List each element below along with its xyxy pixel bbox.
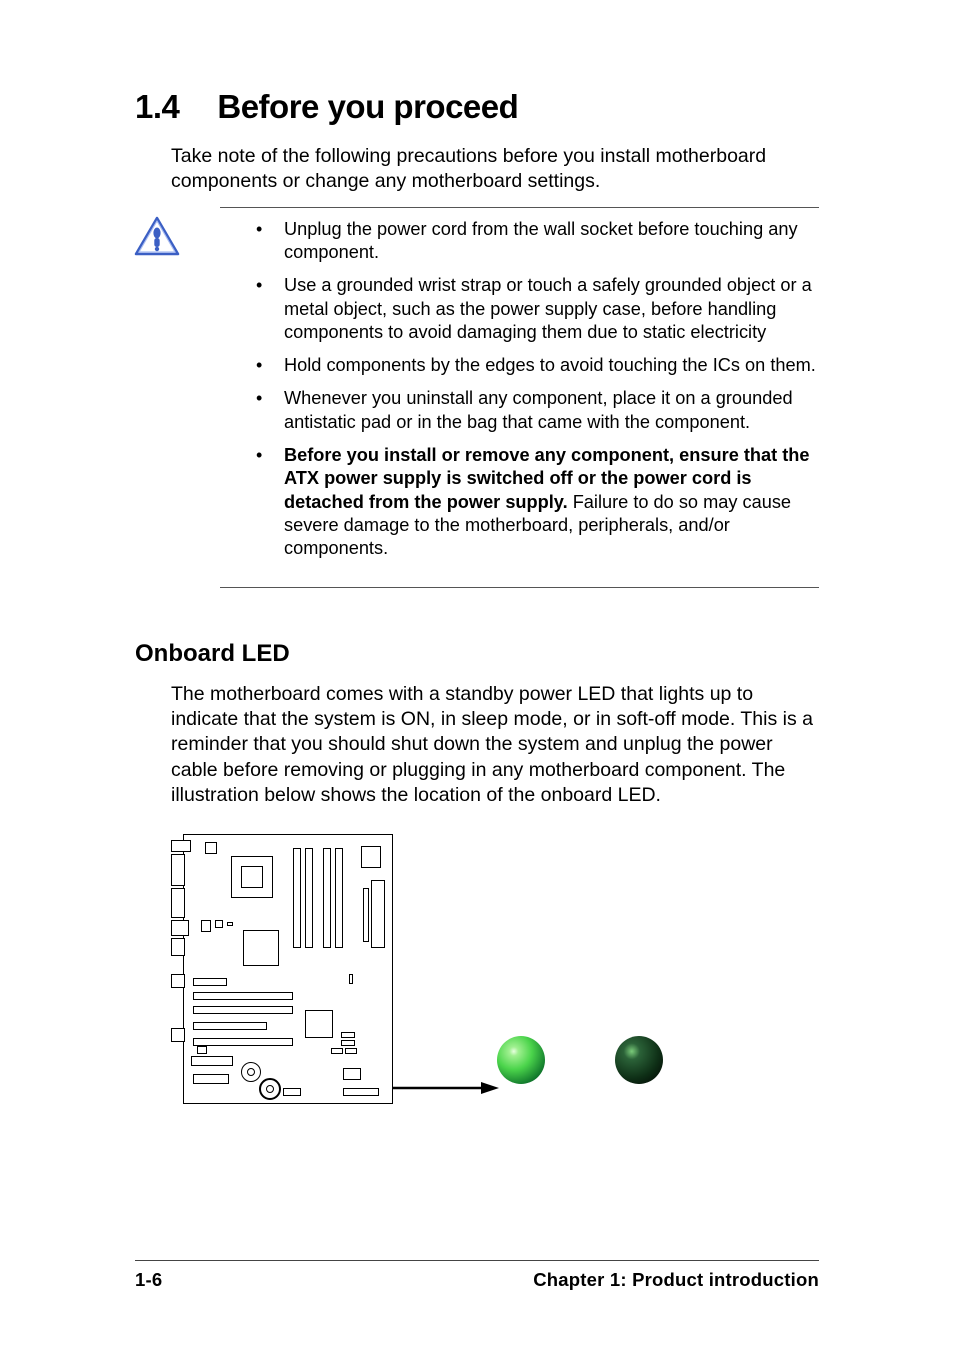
section-heading: 1.4 Before you proceed [135, 88, 819, 126]
page-number: 1-6 [135, 1269, 162, 1291]
bullet-item: Hold components by the edges to avoid to… [256, 354, 819, 377]
motherboard-diagram-icon [171, 834, 395, 1108]
caution-box: Unplug the power cord from the wall sock… [220, 207, 819, 588]
section-title: Before you proceed [217, 88, 518, 126]
led-off-icon [615, 1036, 663, 1084]
bullet-text: Use a grounded wrist strap or touch a sa… [284, 275, 812, 342]
bullet-item: Before you install or remove any compone… [256, 444, 819, 560]
intro-paragraph: Take note of the following precautions b… [171, 144, 819, 195]
bullet-text: Hold components by the edges to avoid to… [284, 355, 816, 375]
caution-icon [134, 216, 180, 256]
led-on-icon [497, 1036, 545, 1084]
page-footer: 1-6 Chapter 1: Product introduction [135, 1260, 819, 1291]
onboard-led-heading: Onboard LED [135, 640, 819, 668]
bullet-item: Whenever you uninstall any component, pl… [256, 387, 819, 434]
bullet-text: Whenever you uninstall any component, pl… [284, 388, 793, 431]
bullet-item: Use a grounded wrist strap or touch a sa… [256, 274, 819, 344]
bullet-text: Unplug the power cord from the wall sock… [284, 219, 798, 262]
precautions-list: Unplug the power cord from the wall sock… [220, 218, 819, 561]
onboard-led-paragraph: The motherboard comes with a standby pow… [171, 682, 819, 809]
onboard-led-figure [171, 834, 819, 1108]
chapter-title: Chapter 1: Product introduction [533, 1269, 819, 1291]
section-number: 1.4 [135, 88, 179, 126]
bullet-item: Unplug the power cord from the wall sock… [256, 218, 819, 265]
